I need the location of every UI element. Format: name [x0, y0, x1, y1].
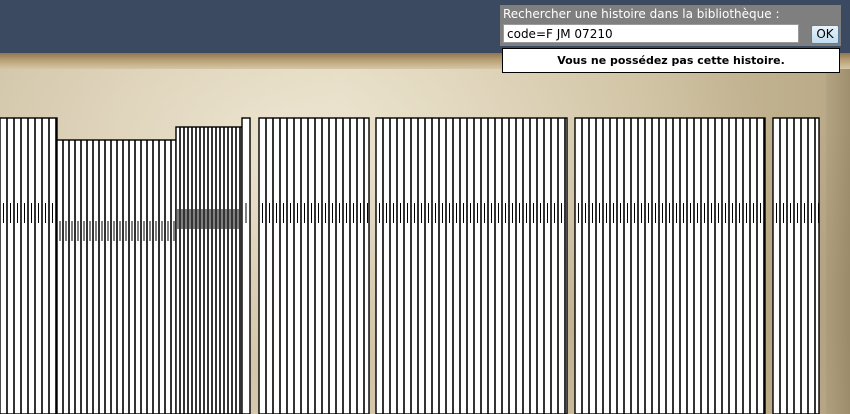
- library-search-panel: Rechercher une histoire dans la biblioth…: [500, 5, 841, 46]
- book-row: [175, 126, 243, 414]
- book-row-block: [241, 117, 251, 414]
- book-row: [258, 117, 370, 414]
- search-ok-button[interactable]: OK: [811, 25, 839, 44]
- search-input[interactable]: [503, 24, 799, 43]
- search-label: Rechercher une histoire dans la biblioth…: [503, 7, 780, 21]
- book-row: [56, 139, 177, 414]
- book-row-block: [258, 117, 370, 414]
- search-result-message: Vous ne possédez pas cette histoire.: [502, 48, 840, 73]
- book-row: [574, 117, 766, 414]
- book-row: [772, 117, 820, 414]
- book-row: [0, 117, 58, 414]
- book-row: [241, 117, 251, 414]
- book-row: [375, 117, 568, 414]
